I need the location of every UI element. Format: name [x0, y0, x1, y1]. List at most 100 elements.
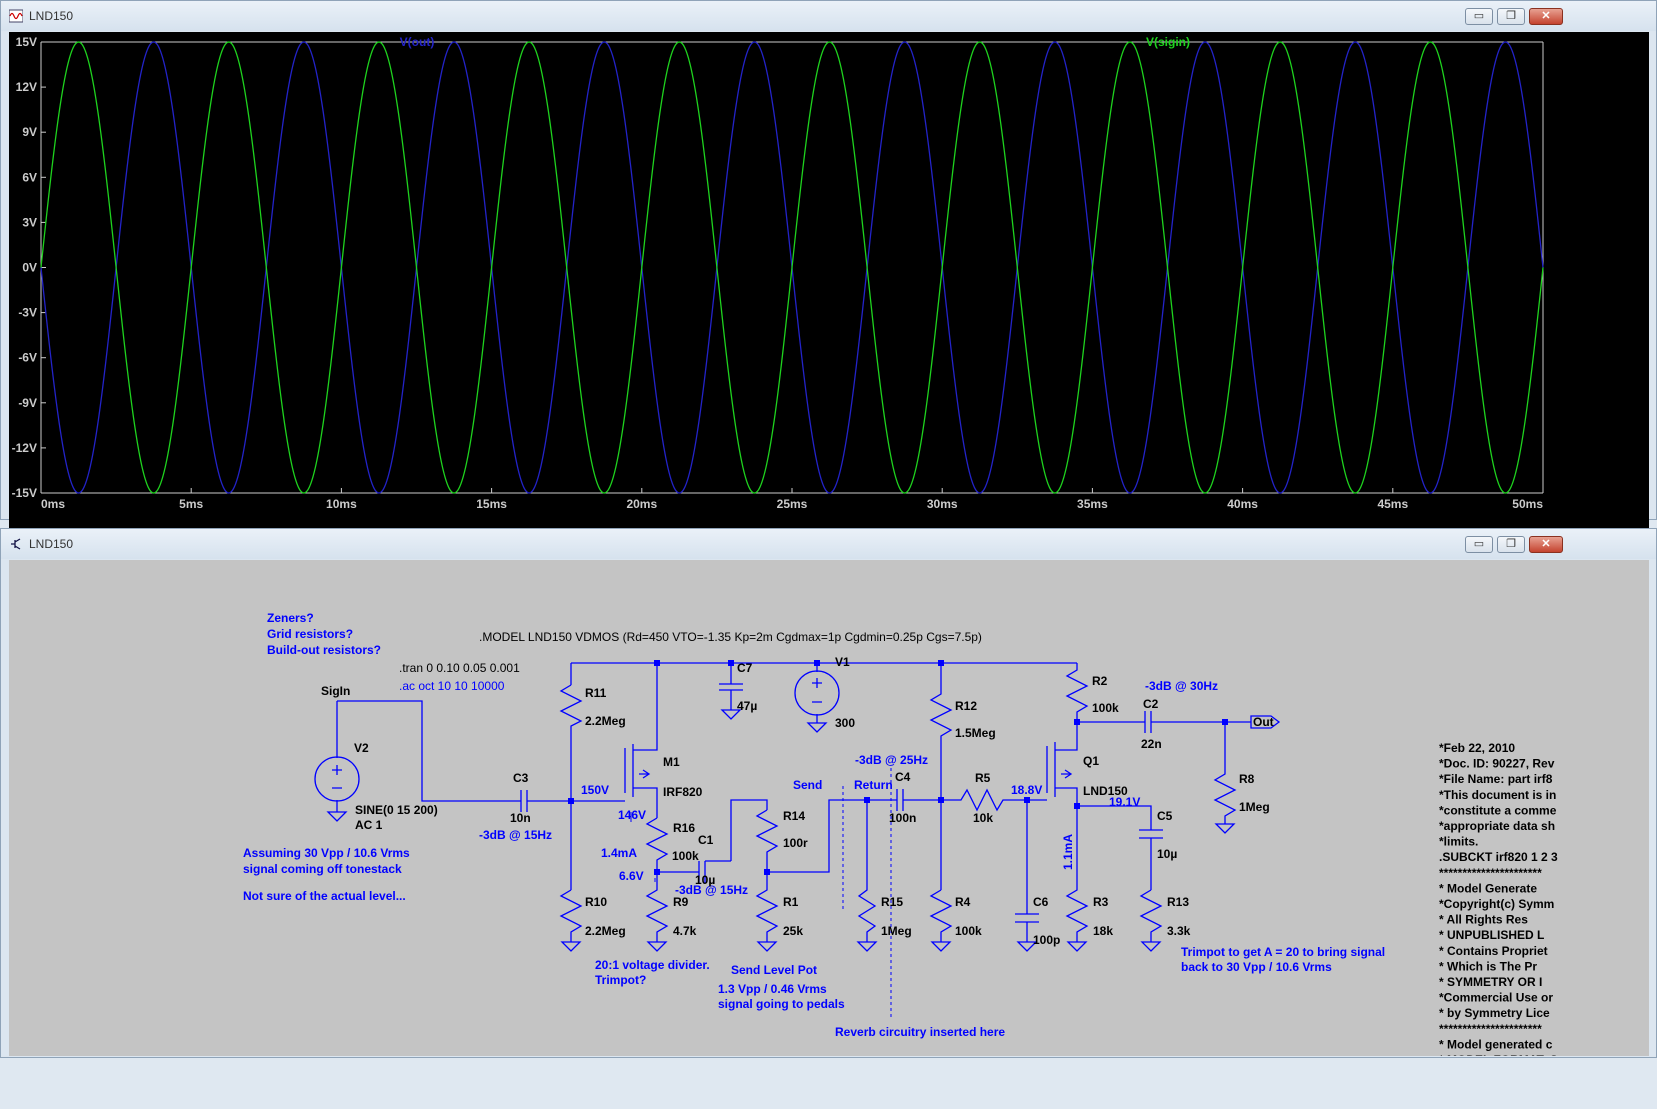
y-tick-label: 15V: [16, 35, 37, 49]
node-i11: 1.1mA: [1061, 834, 1075, 870]
y-tick-label: 9V: [22, 125, 37, 139]
restore-button[interactable]: ❐: [1497, 536, 1525, 553]
y-tick-label: -15V: [12, 486, 37, 500]
netlist-line: .SUBCKT irf820 1 2 3: [1439, 850, 1558, 864]
y-tick-label: 12V: [16, 80, 37, 94]
label-q1: Q1: [1083, 754, 1099, 768]
label-r15: R15: [881, 895, 903, 909]
waveform-app-icon: [9, 9, 23, 23]
label-r3-val: 18k: [1093, 924, 1113, 938]
label-r13-val: 3.3k: [1167, 924, 1191, 938]
label-c6: C6: [1033, 895, 1049, 909]
close-button[interactable]: ✕: [1529, 8, 1563, 25]
node-v150: 150V: [581, 783, 609, 797]
v1-source[interactable]: [794, 670, 840, 716]
label-r16-val: 100k: [672, 849, 699, 863]
label-r5: R5: [975, 771, 991, 785]
schematic-window: LND150 ▭ ❐ ✕ Zeners? Grid resistors? Bui…: [0, 528, 1657, 1058]
minimize-icon: ▭: [1473, 10, 1485, 22]
minimize-icon: ▭: [1473, 538, 1485, 550]
x-tick-label: 0ms: [41, 497, 65, 511]
legend-vout[interactable]: V(out): [400, 35, 435, 49]
label-send: Send: [793, 778, 822, 792]
node-i14: 1.4mA: [601, 846, 637, 860]
close-button[interactable]: ✕: [1529, 536, 1563, 553]
label-r11: R11: [585, 686, 607, 700]
label-v2-val: SINE(0 15 200): [355, 803, 438, 817]
label-r5-val: 10k: [973, 811, 993, 825]
label-c3-val: 10n: [510, 811, 531, 825]
label-m1: M1: [663, 755, 680, 769]
note-divider2: Trimpot?: [595, 973, 646, 987]
label-v1-val: 300: [835, 716, 855, 730]
netlist-line: * Model Generate: [1439, 881, 1537, 895]
label-r8: R8: [1239, 772, 1255, 786]
netlist-line: *appropriate data sh: [1439, 819, 1555, 833]
schematic-window-titlebar[interactable]: LND150 ▭ ❐ ✕: [1, 529, 1656, 559]
schematic-app-icon: [11, 538, 21, 550]
label-out: Out: [1253, 715, 1274, 729]
note-sendsig2: signal going to pedals: [718, 997, 845, 1011]
y-tick-label: 6V: [22, 170, 37, 184]
netlist-line: *This document is in: [1439, 788, 1556, 802]
netlist-line: * MODEL FORMAT: S: [1439, 1053, 1558, 1056]
minimize-button[interactable]: ▭: [1465, 8, 1493, 25]
v2-source[interactable]: [314, 756, 360, 802]
ground-symbols: [327, 709, 1235, 952]
netlist-line: *Copyright(c) Symm: [1439, 897, 1554, 911]
y-tick-label: -12V: [12, 441, 37, 455]
node-v188: 18.8V: [1011, 783, 1042, 797]
trace-vsigin: [40, 41, 1544, 494]
note-c4-3db: -3dB @ 25Hz: [855, 753, 928, 767]
x-tick-label: 40ms: [1227, 497, 1258, 511]
note-notsure: Not sure of the actual level...: [243, 889, 406, 903]
x-tick-label: 15ms: [476, 497, 507, 511]
minimize-button[interactable]: ▭: [1465, 536, 1493, 553]
note-divider1: 20:1 voltage divider.: [595, 958, 710, 972]
y-tick-label: -9V: [18, 396, 37, 410]
schematic-canvas[interactable]: Zeners? Grid resistors? Build-out resist…: [9, 560, 1649, 1056]
plot-window-title: LND150: [29, 9, 74, 23]
x-tick-label: 45ms: [1377, 497, 1408, 511]
x-tick-label: 30ms: [927, 497, 958, 511]
restore-button[interactable]: ❐: [1497, 8, 1525, 25]
netlist-line: *constitute a comme: [1439, 803, 1557, 817]
y-tick-label: -6V: [18, 351, 37, 365]
label-r13: R13: [1167, 895, 1189, 909]
y-tick-label: 3V: [22, 215, 37, 229]
legend-vsigin[interactable]: V(sigin): [1146, 35, 1190, 49]
note-trim1: Trimpot to get A = 20 to bring signal: [1181, 945, 1385, 959]
label-c1-val: 10µ: [695, 873, 715, 887]
label-v2-ac: AC 1: [355, 818, 383, 832]
plot-window-titlebar[interactable]: LND150 ▭ ❐ ✕: [1, 1, 1656, 31]
waveform-chart[interactable]: 15V 12V 9V 6V 3V 0V -3V -6V -9V -12V -15V 0ms 5ms 10…: [9, 32, 1649, 518]
netlist-line: * Which is The Pr: [1439, 959, 1537, 973]
netlist-line: * Model generated c: [1439, 1037, 1553, 1051]
schematic-drawing[interactable]: Zeners? Grid resistors? Build-out resist…: [9, 560, 1649, 1056]
label-r1: R1: [783, 895, 799, 909]
label-m1-val: IRF820: [663, 785, 703, 799]
label-r2: R2: [1092, 674, 1108, 688]
schematic-window-title: LND150: [29, 537, 74, 551]
netlist-line: * UNPUBLISHED L: [1439, 928, 1544, 942]
label-c5: C5: [1157, 809, 1173, 823]
note-sendpot: Send Level Pot: [731, 963, 817, 977]
close-icon: ✕: [1541, 538, 1551, 550]
label-r14-val: 100r: [783, 836, 808, 850]
plot-window: LND150 ▭ ❐ ✕ 15V 12V 9V 6V 3V 0V -3V -6V -9V -12V…: [0, 0, 1657, 548]
label-r14: R14: [783, 809, 805, 823]
netlist-line: * SYMMETRY OR I: [1439, 975, 1542, 989]
netlist-line: * Contains Propriet: [1439, 944, 1548, 958]
label-r10-val: 2.2Meg: [585, 924, 626, 938]
x-tick-label: 10ms: [326, 497, 357, 511]
note-buildout: Build-out resistors?: [267, 643, 381, 657]
note-tran: .tran 0 0.10 0.05 0.001: [399, 661, 520, 675]
netlist-line: * All Rights Res: [1439, 913, 1528, 927]
label-r8-val: 1Meg: [1239, 800, 1270, 814]
label-r4-val: 100k: [955, 924, 982, 938]
waveform-plot[interactable]: 15V 12V 9V 6V 3V 0V -3V -6V -9V -12V -15V 0ms 5ms 10…: [9, 32, 1649, 548]
note-assume1: Assuming 30 Vpp / 10.6 Vrms: [243, 846, 410, 860]
x-tick-label: 25ms: [777, 497, 808, 511]
label-return: Return: [854, 778, 893, 792]
netlist-line: **********************: [1439, 1022, 1542, 1036]
